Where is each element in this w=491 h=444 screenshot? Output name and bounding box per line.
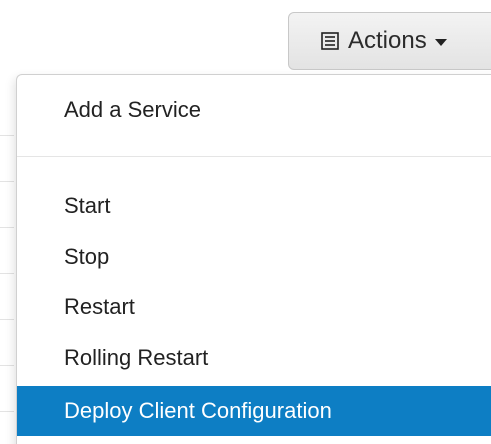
- background-row-line: [0, 365, 14, 366]
- menu-item-restart[interactable]: Restart: [17, 284, 491, 330]
- background-row-line: [0, 227, 14, 228]
- background-row-line: [0, 319, 14, 320]
- actions-dropdown-menu: Add a Service Start Stop Restart Rolling…: [16, 74, 491, 444]
- page: Actions Add a Service Start Stop Restart…: [0, 0, 491, 444]
- menu-item-rolling-restart[interactable]: Rolling Restart: [17, 335, 491, 381]
- actions-dropdown-button[interactable]: Actions: [288, 12, 491, 70]
- caret-down-icon: [434, 39, 447, 46]
- background-row-line: [0, 181, 14, 182]
- list-icon: [321, 32, 339, 50]
- actions-button-label: Actions: [348, 27, 427, 54]
- menu-item-stop[interactable]: Stop: [17, 234, 491, 280]
- background-row-line: [0, 411, 14, 412]
- menu-item-start[interactable]: Start: [17, 183, 491, 229]
- menu-divider: [17, 156, 491, 157]
- menu-item-add-service[interactable]: Add a Service: [17, 87, 491, 133]
- background-row-line: [0, 273, 14, 274]
- menu-item-deploy-client-configuration[interactable]: Deploy Client Configuration: [17, 386, 491, 436]
- background-row-line: [0, 135, 14, 136]
